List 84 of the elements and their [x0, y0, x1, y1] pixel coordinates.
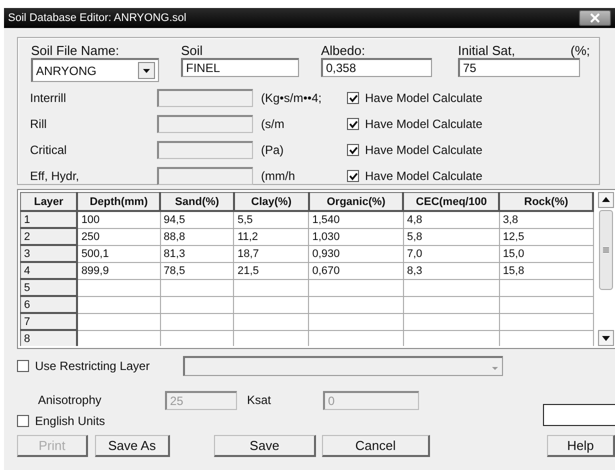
field-label: Albedo:	[321, 43, 366, 58]
table-cell: 500,1	[81, 248, 109, 260]
table-cell: 4,8	[406, 214, 422, 226]
unit-label: (Kg•s/m••4;	[260, 91, 323, 105]
table-cell: 94,5	[164, 214, 186, 226]
table-cell: 8,3	[406, 264, 422, 276]
checkbox-label: Have Model Calculate	[365, 143, 482, 157]
table-cell: 12,5	[502, 230, 524, 242]
table-cell: 21,5	[237, 264, 259, 276]
row-header: 8	[24, 332, 30, 344]
input-field[interactable]: 0,358	[321, 58, 432, 77]
table-cell: 3,8	[502, 214, 518, 226]
table-cell: 100	[81, 214, 100, 226]
table-cell: 5,5	[237, 214, 253, 226]
table-cell: 1,030	[312, 230, 340, 242]
output-box	[543, 404, 615, 426]
row-header: 5	[24, 282, 30, 294]
column-header[interactable]: Layer	[20, 192, 78, 211]
table-cell: 0,670	[312, 264, 340, 276]
field-label: Ksat	[246, 393, 272, 407]
table-cell: 5,8	[406, 230, 422, 242]
table-cell: 7,0	[406, 248, 422, 260]
scrollbar-thumb[interactable]	[598, 210, 612, 290]
input-field[interactable]	[157, 167, 253, 185]
column-header[interactable]: CEC(meq/100	[403, 192, 500, 211]
checkbox-label: Have Model Calculate	[365, 169, 482, 183]
parameter-label: Rill	[29, 117, 48, 131]
field-label: Soil File Name:	[31, 43, 120, 58]
scroll-down-icon[interactable]	[598, 330, 614, 346]
column-header[interactable]: Organic(%)	[308, 192, 404, 211]
table-cell: 15,8	[502, 264, 524, 276]
unit-label: (s/m	[260, 117, 286, 131]
checkbox[interactable]	[347, 170, 359, 182]
button[interactable]: Save As	[95, 435, 170, 457]
column-header[interactable]: Depth(mm)	[77, 192, 160, 211]
button[interactable]: Cancel	[322, 435, 430, 457]
parameter-label: Critical	[29, 143, 68, 157]
checkbox[interactable]	[347, 92, 359, 104]
unit-label: (mm/h	[260, 169, 296, 183]
checkbox[interactable]	[17, 360, 29, 372]
row-header: 7	[24, 316, 30, 328]
button[interactable]: Help	[547, 435, 615, 457]
checkbox[interactable]	[347, 118, 359, 130]
button[interactable]: Save	[214, 435, 316, 457]
table-cell: 250	[81, 230, 100, 242]
table-cell: 78,5	[164, 264, 186, 276]
table-cell: 11,2	[237, 230, 258, 242]
input-field[interactable]: 75	[458, 58, 580, 77]
table-cell: 1,540	[312, 214, 340, 226]
table-cell: 18,7	[237, 248, 259, 260]
input-field[interactable]: FINEL	[181, 58, 299, 77]
column-header[interactable]: Sand(%)	[160, 192, 234, 211]
table-cell: 81,3	[164, 248, 186, 260]
field-label: Anisotrophy	[37, 393, 102, 407]
input-field[interactable]	[157, 141, 253, 159]
field-label: Initial Sat,	[458, 43, 516, 58]
column-header[interactable]: Clay(%)	[234, 192, 309, 211]
checkbox-label: Use Restricting Layer	[35, 359, 151, 373]
checkbox[interactable]	[347, 144, 359, 156]
parameter-label: Eff, Hydr,	[29, 169, 80, 183]
checkbox-label: English Units	[35, 414, 106, 428]
row-header: 2	[24, 230, 30, 242]
window-title: Soil Database Editor: ANRYONG.sol	[8, 12, 188, 24]
row-header: 3	[24, 248, 30, 260]
row-header: 6	[24, 298, 30, 310]
close-icon[interactable]	[579, 10, 611, 26]
checkbox[interactable]	[17, 415, 29, 427]
field-label: Soil	[181, 43, 204, 58]
table-cell: 88,8	[164, 230, 186, 242]
input-field[interactable]	[157, 115, 253, 133]
input-field[interactable]	[157, 89, 253, 107]
column-header[interactable]: Rock(%)	[499, 192, 593, 211]
parameter-label: Interrill	[29, 91, 68, 105]
table-cell: 15,0	[502, 248, 524, 260]
table-cell: 0,930	[312, 248, 340, 260]
unit-label: (Pa)	[260, 143, 285, 157]
row-header: 4	[24, 264, 30, 276]
table-cell: 899,9	[81, 264, 109, 276]
checkbox-label: Have Model Calculate	[365, 91, 482, 105]
unit-label: (%;	[570, 43, 590, 58]
row-header: 1	[24, 214, 30, 226]
checkbox-label: Have Model Calculate	[365, 117, 482, 131]
scroll-up-icon[interactable]	[598, 192, 614, 208]
soil-file-dropdown[interactable]: ANRYONG	[31, 58, 159, 82]
